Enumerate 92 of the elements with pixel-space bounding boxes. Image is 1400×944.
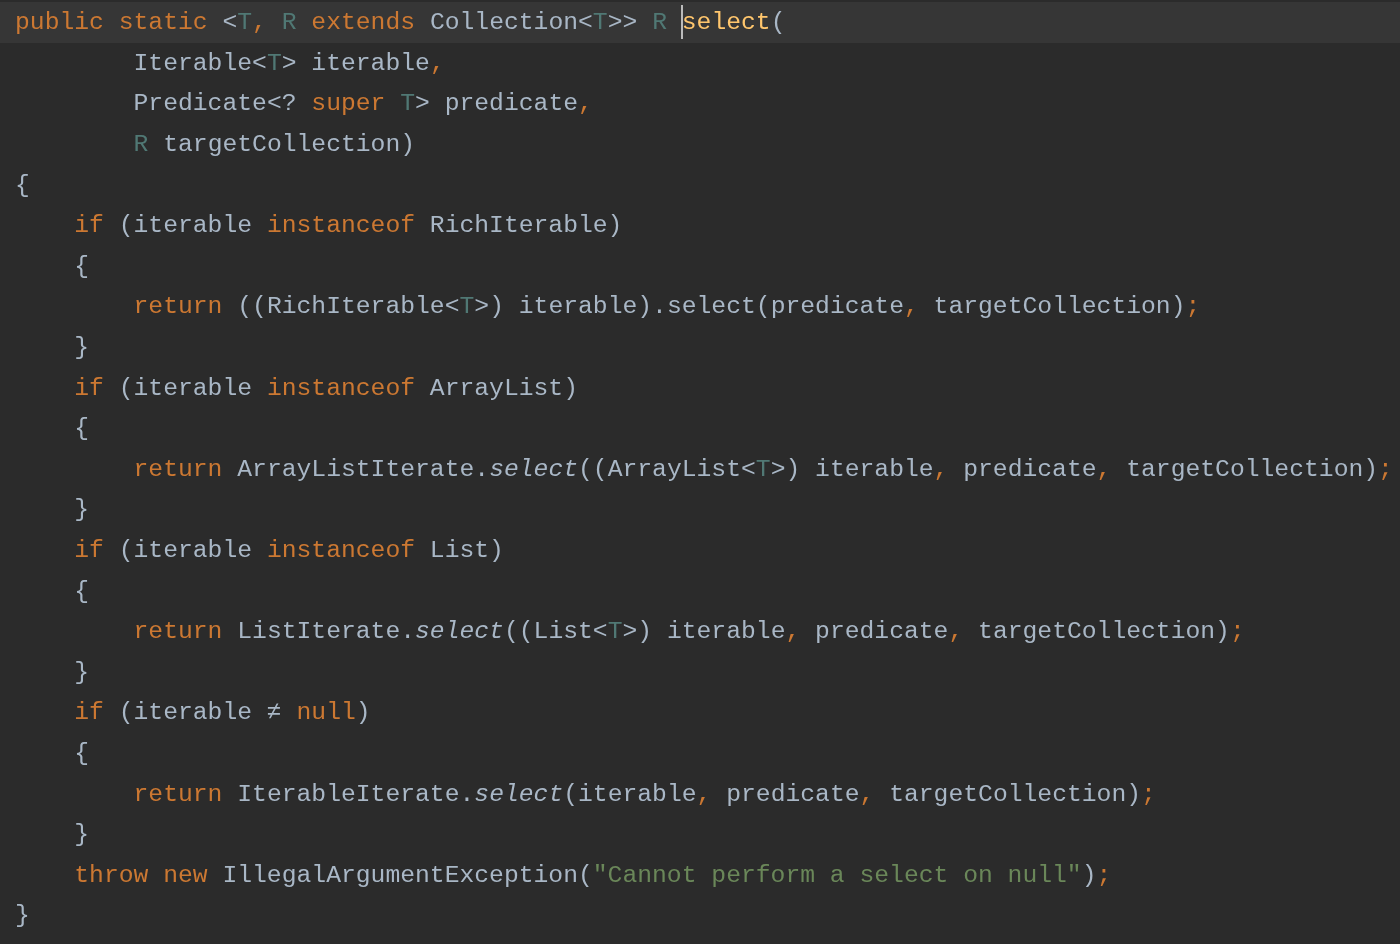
keyword-text: instanceof bbox=[266, 211, 417, 240]
code-text: IterableIterate. bbox=[237, 779, 475, 808]
code-text: >> bbox=[607, 8, 639, 37]
type-parameter-text: T bbox=[755, 454, 771, 483]
keyword-text: return bbox=[133, 779, 224, 808]
keyword-text: if bbox=[74, 373, 105, 402]
code-text: { bbox=[74, 739, 90, 767]
code-text: ) bbox=[1081, 860, 1097, 889]
punctuation-text: , bbox=[785, 617, 802, 646]
keyword-text: if bbox=[74, 211, 105, 240]
keyword-text: return bbox=[133, 292, 224, 321]
code-text: ((ArrayList< bbox=[578, 454, 756, 483]
type-parameter-text: T bbox=[607, 617, 623, 646]
punctuation-text: , bbox=[429, 48, 445, 77]
code-text: (iterable bbox=[118, 536, 254, 564]
static-method-name: select bbox=[415, 617, 504, 646]
keyword-text: public static bbox=[15, 8, 209, 37]
type-parameter-text: T bbox=[459, 292, 475, 321]
code-text: ListIterate. bbox=[237, 617, 416, 646]
method-name: select bbox=[681, 8, 771, 37]
keyword-text: instanceof bbox=[266, 373, 417, 402]
keyword-text: extends bbox=[311, 8, 417, 37]
keyword-text: throw new bbox=[74, 860, 209, 889]
code-text: targetCollection) bbox=[933, 292, 1186, 321]
type-parameter-text: R bbox=[133, 130, 150, 159]
type-parameter-text: T bbox=[400, 89, 416, 118]
punctuation-text: ; bbox=[1185, 292, 1201, 321]
code-text: IllegalArgumentException( bbox=[222, 860, 593, 889]
code-text: (iterable bbox=[563, 779, 697, 808]
code-text: { bbox=[74, 414, 90, 443]
code-text: ((RichIterable< bbox=[237, 292, 460, 321]
code-text: ArrayListIterate. bbox=[237, 454, 490, 483]
code-text: } bbox=[15, 901, 30, 930]
code-text: > iterable bbox=[281, 48, 430, 77]
code-text: ArrayList) bbox=[429, 373, 578, 402]
punctuation-text: ; bbox=[1096, 860, 1112, 889]
keyword-text: null bbox=[296, 698, 356, 727]
punctuation-text: ; bbox=[1229, 617, 1245, 646]
punctuation-text: ; bbox=[1378, 454, 1393, 483]
keyword-text: instanceof bbox=[266, 536, 417, 564]
static-method-name: select bbox=[474, 779, 564, 808]
code-text: >) iterable bbox=[770, 454, 934, 483]
type-parameter-text: R bbox=[281, 8, 298, 37]
code-text: ) bbox=[355, 698, 371, 727]
punctuation-text: ; bbox=[1141, 779, 1156, 808]
code-text: } bbox=[74, 820, 90, 849]
code-text: predicate bbox=[815, 617, 949, 646]
string-literal: "Cannot perform a select on null" bbox=[592, 860, 1082, 889]
punctuation-text: , bbox=[933, 454, 950, 483]
code-text: (iterable bbox=[118, 211, 254, 240]
code-text: Collection< bbox=[429, 8, 593, 37]
code-text: targetCollection) bbox=[978, 617, 1230, 646]
code-text: RichIterable) bbox=[429, 211, 623, 240]
keyword-text: if bbox=[74, 698, 105, 727]
code-text: Iterable< bbox=[133, 48, 267, 77]
type-parameter-text: T bbox=[592, 8, 608, 37]
keyword-text: super bbox=[311, 89, 387, 118]
code-text: List) bbox=[429, 536, 504, 564]
code-text: targetCollection) bbox=[1126, 454, 1379, 483]
type-parameter-text: T bbox=[266, 48, 282, 77]
code-text: { bbox=[74, 576, 90, 605]
keyword-text: if bbox=[74, 536, 105, 564]
punctuation-text: , bbox=[1096, 454, 1113, 483]
code-text: (iterable bbox=[118, 373, 254, 402]
code-text: { bbox=[15, 170, 30, 199]
keyword-text: return bbox=[133, 617, 224, 646]
code-text: >) iterable bbox=[622, 617, 786, 646]
code-text: } bbox=[74, 495, 90, 524]
type-parameter-text: R bbox=[652, 8, 668, 37]
code-text: targetCollection) bbox=[163, 130, 416, 159]
punctuation-text: , bbox=[859, 779, 876, 808]
type-parameter-text: T bbox=[237, 8, 253, 37]
punctuation-text: , bbox=[903, 292, 920, 321]
punctuation-text: , bbox=[948, 617, 965, 646]
keyword-text: return bbox=[133, 454, 224, 483]
code-text: { bbox=[74, 251, 90, 280]
code-text: >) iterable).select(predicate bbox=[474, 292, 904, 321]
code-text: (iterable ≠ bbox=[118, 698, 283, 727]
code-text: predicate bbox=[963, 454, 1097, 483]
code-text: < bbox=[222, 8, 238, 37]
code-text: Predicate<? bbox=[133, 89, 298, 118]
punctuation-text: , bbox=[578, 89, 593, 118]
code-text: ((List< bbox=[503, 617, 608, 646]
code-text: ( bbox=[770, 8, 786, 37]
code-text: > predicate bbox=[415, 89, 578, 118]
code-text: predicate bbox=[726, 779, 860, 808]
static-method-name: select bbox=[489, 454, 578, 483]
code-text: } bbox=[74, 657, 90, 686]
code-text: targetCollection) bbox=[889, 779, 1142, 808]
code-text: } bbox=[74, 333, 90, 362]
punctuation-text: , bbox=[252, 8, 268, 37]
punctuation-text: , bbox=[696, 779, 713, 808]
